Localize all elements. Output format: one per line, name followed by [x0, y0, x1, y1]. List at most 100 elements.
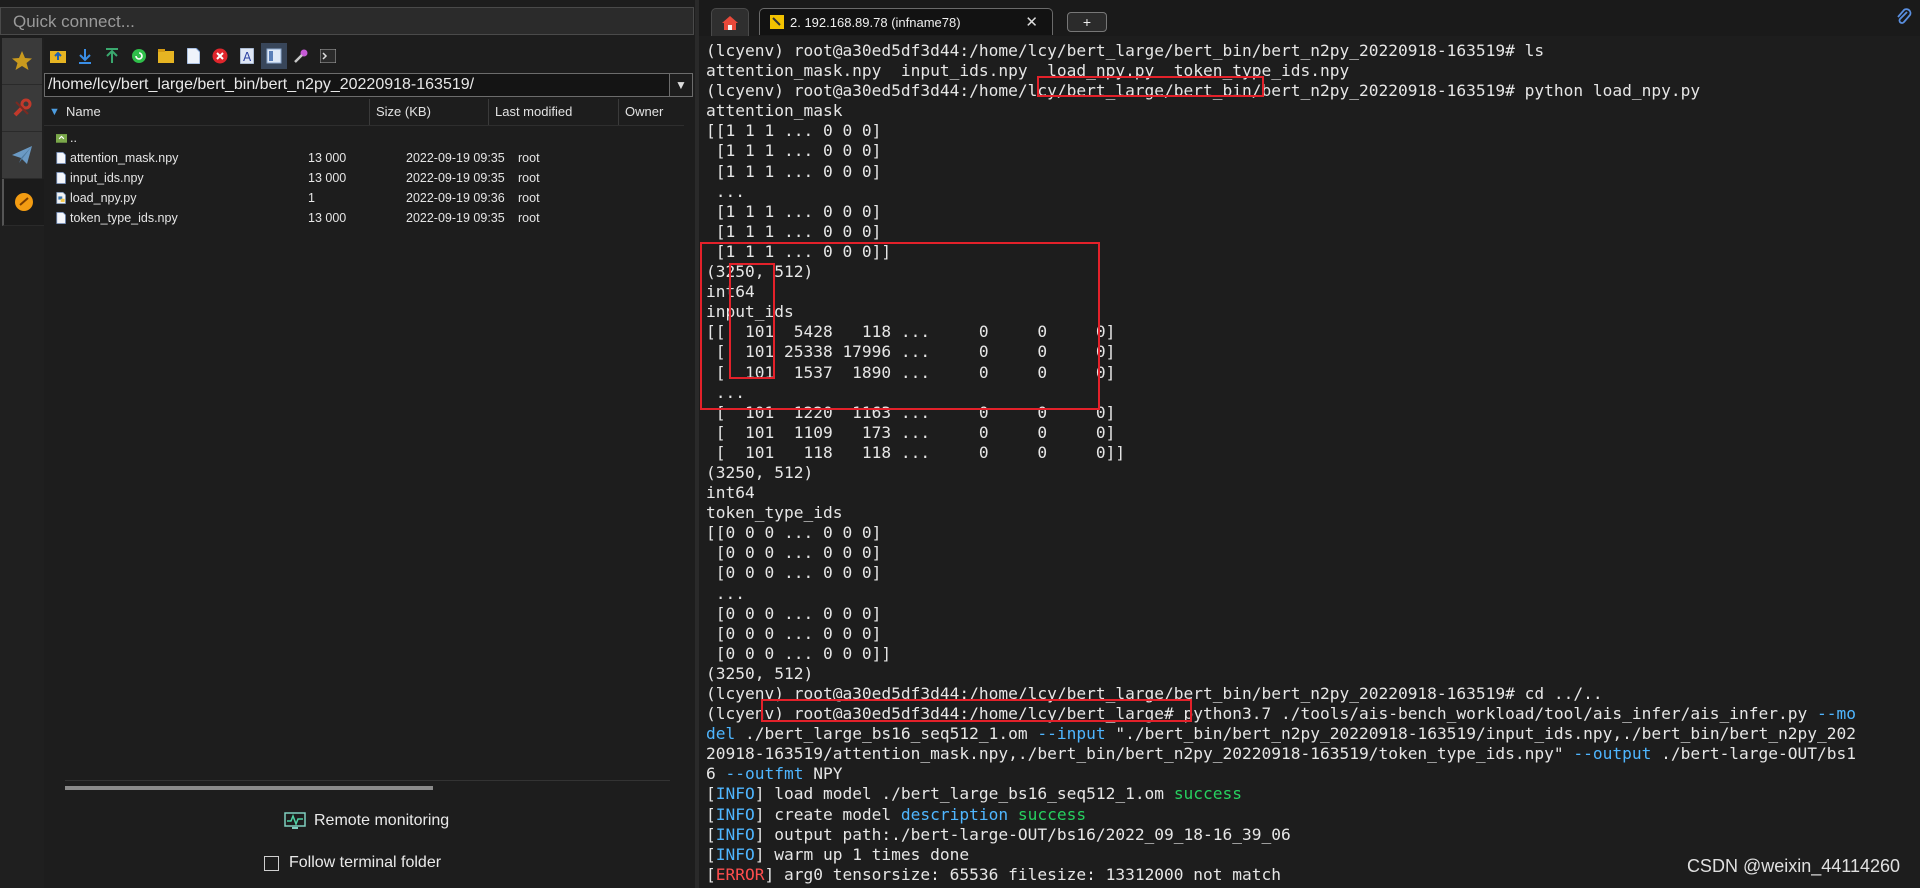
file-cell-modified: 2022-09-19 09:35: [406, 151, 505, 165]
upload-button[interactable]: [99, 43, 125, 69]
terminal-text: 6: [706, 764, 726, 784]
attachment-button[interactable]: [1896, 8, 1912, 30]
terminal-line: ...: [706, 182, 1856, 202]
terminal-text: --input: [1037, 724, 1106, 744]
terminal-text: [1 1 1 ... 0 0 0]: [706, 161, 882, 181]
terminal-text: ] arg0 tensorsize: 65536 filesize: 13312…: [764, 864, 1282, 884]
terminal-tab-icon: [770, 15, 784, 29]
terminal-line: [ 101 1220 1163 ... 0 0 0]: [706, 403, 1856, 423]
terminal-text: INFO: [715, 824, 755, 844]
quick-connect-input[interactable]: Quick connect...: [0, 7, 694, 35]
file-table-header: ▼ Name Size (KB) Last modified Owner: [44, 99, 684, 126]
file-row[interactable]: load_npy.py 1 2022-09-19 09:36 root: [44, 188, 684, 208]
tab-bar: 2. 192.168.89.78 (infname78) ✕ +: [699, 0, 1920, 36]
terminal-text: (3250, 512): [706, 462, 814, 482]
terminal-text: [0 0 0 ... 0 0 0]: [706, 543, 882, 563]
rename-button[interactable]: A: [234, 43, 260, 69]
plus-icon: +: [1082, 14, 1092, 30]
terminal[interactable]: (lcyenv) root@a30ed5df3d44:/home/lcy/ber…: [699, 36, 1920, 888]
refresh-button[interactable]: [126, 43, 152, 69]
terminal-text: [ 101 25338 17996 ... 0 0 0]: [706, 342, 1116, 362]
settings-button[interactable]: [288, 43, 314, 69]
terminal-text: INFO: [715, 844, 755, 864]
terminal-text: input_ids: [706, 302, 794, 322]
terminal-line: [ 101 118 118 ... 0 0 0]]: [706, 443, 1856, 463]
new-file-button[interactable]: [180, 43, 206, 69]
tab-session[interactable]: 2. 192.168.89.78 (infname78) ✕: [759, 8, 1053, 35]
terminal-text: ] create model: [754, 804, 901, 824]
column-header-name[interactable]: ▼ Name: [44, 99, 370, 125]
terminal-text: [: [706, 824, 716, 844]
terminal-text: 20918-163519/attention_mask.npy,./bert_b…: [706, 744, 1574, 764]
file-row[interactable]: input_ids.npy 13 000 2022-09-19 09:35 root: [44, 168, 684, 188]
sidebar-sftp-button[interactable]: [2, 179, 44, 226]
file-cell-owner: root: [518, 171, 540, 185]
terminal-line: [1 1 1 ... 0 0 0]: [706, 202, 1856, 222]
terminal-line: input_ids: [706, 302, 1856, 322]
terminal-text: [[0 0 0 ... 0 0 0]: [706, 523, 882, 543]
file-icon: [56, 212, 66, 224]
parent-folder-button[interactable]: [45, 43, 71, 69]
terminal-text: ERROR: [715, 864, 765, 884]
remote-monitoring-button[interactable]: Remote monitoring: [284, 808, 449, 834]
open-terminal-button[interactable]: [315, 43, 341, 69]
terminal-text: INFO: [715, 784, 755, 804]
file-cell-owner: root: [518, 151, 540, 165]
file-row[interactable]: attention_mask.npy 13 000 2022-09-19 09:35…: [44, 148, 684, 168]
column-header-owner[interactable]: Owner: [619, 99, 684, 125]
terminal-line: (lcyenv) root@a30ed5df3d44:/home/lcy/ber…: [706, 81, 1856, 101]
terminal-line: [ 101 1537 1890 ... 0 0 0]: [706, 363, 1856, 383]
checkbox-box[interactable]: [264, 855, 279, 871]
delete-button[interactable]: [207, 43, 233, 69]
tab-home[interactable]: [711, 8, 749, 36]
horizontal-scrollbar[interactable]: [65, 786, 433, 790]
terminal-text: [[ 101 5428 118 ... 0 0 0]: [706, 322, 1116, 342]
terminal-line: [0 0 0 ... 0 0 0]: [706, 563, 1856, 583]
terminal-text: attention_mask.npy input_ids.npy load_np…: [706, 61, 1350, 81]
terminal-line: [[1 1 1 ... 0 0 0]: [706, 121, 1856, 141]
terminal-text: [ 101 1537 1890 ... 0 0 0]: [706, 362, 1116, 382]
sidebar-bookmarks-button[interactable]: [2, 38, 42, 85]
terminal-text: [0 0 0 ... 0 0 0]: [706, 563, 882, 583]
terminal-line: (3250, 512): [706, 664, 1856, 684]
follow-terminal-button[interactable]: [261, 43, 287, 69]
sidebar-tools-button[interactable]: [2, 85, 42, 132]
terminal-text: (lcyenv) root@a30ed5df3d44:/home/lcy/ber…: [706, 704, 1818, 724]
file-row[interactable]: token_type_ids.npy 13 000 2022-09-19 09:35…: [44, 208, 684, 228]
terminal-line: [0 0 0 ... 0 0 0]: [706, 543, 1856, 563]
file-cell-size: 13 000: [308, 211, 347, 225]
terminal-line: 6 --outfmt NPY: [706, 764, 1856, 784]
terminal-text: NPY: [803, 764, 843, 784]
terminal-text: --outfmt: [725, 764, 804, 784]
download-button[interactable]: [72, 43, 98, 69]
column-header-modified[interactable]: Last modified: [489, 99, 619, 125]
new-folder-button[interactable]: [153, 43, 179, 69]
terminal-text: [0 0 0 ... 0 0 0]: [706, 603, 882, 623]
follow-terminal-label: Follow terminal folder: [289, 854, 442, 871]
file-row[interactable]: ..: [44, 128, 684, 148]
terminal-line: (3250, 512): [706, 262, 1856, 282]
new-folder-icon: [158, 49, 174, 63]
sort-desc-icon: ▼: [49, 106, 60, 118]
path-input[interactable]: /home/lcy/bert_large/bert_bin/bert_n2py_…: [44, 73, 693, 97]
sidebar-macros-button[interactable]: [2, 132, 42, 179]
path-dropdown-button[interactable]: ▼: [669, 74, 692, 96]
terminal-line: ...: [706, 383, 1856, 403]
close-icon[interactable]: ✕: [1025, 13, 1038, 31]
terminal-text: ] warm up 1 times done: [754, 844, 970, 864]
parent-folder-icon: [50, 51, 66, 63]
terminal-line: [[0 0 0 ... 0 0 0]: [706, 523, 1856, 543]
terminal-line: [[ 101 5428 118 ... 0 0 0]: [706, 322, 1856, 342]
terminal-line: [ 101 25338 17996 ... 0 0 0]: [706, 342, 1856, 362]
follow-terminal-checkbox[interactable]: Follow terminal folder: [264, 852, 441, 874]
column-header-size[interactable]: Size (KB): [370, 99, 489, 125]
terminal-text: ] output path:./bert-large-OUT/bs16/2022…: [754, 824, 1291, 844]
terminal-line: [1 1 1 ... 0 0 0]: [706, 222, 1856, 242]
file-cell-size: 13 000: [308, 171, 347, 185]
terminal-line: attention_mask.npy input_ids.npy load_np…: [706, 61, 1856, 81]
terminal-line: (3250, 512): [706, 463, 1856, 483]
terminal-text: (3250, 512): [706, 262, 814, 282]
new-tab-button[interactable]: +: [1067, 12, 1107, 32]
terminal-text: "./bert_bin/bert_n2py_20220918-163519/in…: [1105, 724, 1857, 744]
terminal-text: [: [706, 804, 716, 824]
